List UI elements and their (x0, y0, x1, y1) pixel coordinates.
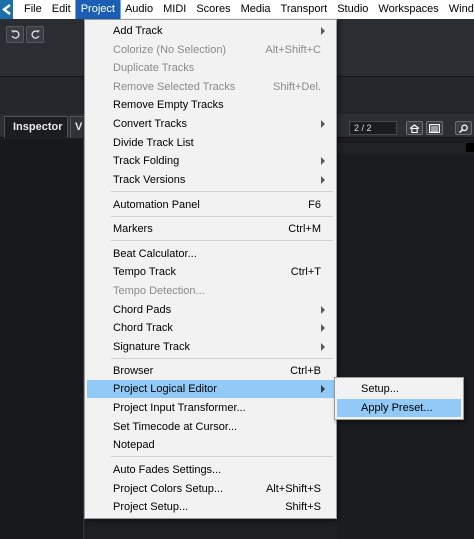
menu-midi[interactable]: MIDI (158, 0, 191, 19)
submenu-arrow-icon (321, 385, 325, 393)
menu-edit[interactable]: Edit (47, 0, 76, 19)
menu-scores[interactable]: Scores (191, 0, 235, 19)
submenu-arrow-icon (321, 176, 325, 184)
menu-item-remove-empty-tracks[interactable]: Remove Empty Tracks (87, 96, 335, 114)
menu-item-remove-selected-tracks[interactable]: Remove Selected Tracks Shift+Del. (87, 78, 335, 96)
menu-item-auto-fades-settings[interactable]: Auto Fades Settings... (87, 461, 335, 479)
menu-item-markers[interactable]: Markers Ctrl+M (87, 220, 335, 238)
menu-item-chord-track[interactable]: Chord Track (87, 319, 335, 337)
undo-button[interactable] (6, 26, 24, 43)
menu-item-signature-track[interactable]: Signature Track (87, 338, 335, 356)
undo-redo-group (6, 26, 44, 43)
redo-icon (30, 30, 40, 39)
menu-item-project-input-transformer[interactable]: Project Input Transformer... (87, 399, 335, 417)
menu-separator (111, 456, 333, 457)
submenu-arrow-icon (321, 27, 325, 35)
project-menu: Add Track Colorize (No Selection) Alt+Shi… (84, 19, 337, 519)
home-button[interactable] (406, 121, 423, 135)
track-counter: 2 / 2 (349, 121, 397, 135)
menu-separator (111, 216, 333, 217)
menu-window[interactable]: Windo (444, 0, 474, 19)
home-icon (409, 123, 420, 133)
ruler-marker (466, 143, 474, 152)
project-area (337, 139, 474, 539)
menu-item-project-logical-editor[interactable]: Project Logical Editor (87, 380, 335, 398)
submenu-arrow-icon (321, 157, 325, 165)
menu-item-project-setup[interactable]: Project Setup... Shift+S (87, 498, 335, 516)
menu-studio[interactable]: Studio (332, 0, 373, 19)
submenu-arrow-icon (321, 120, 325, 128)
menu-separator (111, 358, 333, 359)
menu-item-chord-pads[interactable]: Chord Pads (87, 301, 335, 319)
menu-item-beat-calculator[interactable]: Beat Calculator... (87, 245, 335, 263)
undo-icon (10, 30, 20, 39)
menu-project[interactable]: Project (74, 0, 121, 20)
search-button[interactable] (455, 121, 472, 135)
menu-item-tempo-track[interactable]: Tempo Track Ctrl+T (87, 263, 335, 281)
submenu-arrow-icon (321, 306, 325, 314)
menu-audio[interactable]: Audio (120, 0, 158, 19)
redo-button[interactable] (26, 26, 44, 43)
logical-editor-submenu: Setup... Apply Preset... (334, 377, 464, 420)
menu-item-add-track[interactable]: Add Track (87, 22, 335, 40)
menu-workspaces[interactable]: Workspaces (373, 0, 443, 19)
menu-item-tempo-detection[interactable]: Tempo Detection... (87, 282, 335, 300)
menu-item-duplicate-tracks[interactable]: Duplicate Tracks (87, 59, 335, 77)
submenu-item-apply-preset[interactable]: Apply Preset... (337, 399, 461, 417)
menu-item-notepad[interactable]: Notepad (87, 436, 335, 454)
menu-item-track-versions[interactable]: Track Versions (87, 171, 335, 189)
inspector-panel (0, 139, 84, 539)
menu-item-browser[interactable]: Browser Ctrl+B (87, 362, 335, 380)
menu-media[interactable]: Media (236, 0, 276, 19)
menu-transport[interactable]: Transport (276, 0, 333, 19)
list-icon (429, 123, 440, 133)
menu-separator (111, 191, 333, 192)
list-view-button[interactable] (426, 121, 443, 135)
submenu-item-setup[interactable]: Setup... (337, 380, 461, 398)
menu-item-set-timecode-at-cursor[interactable]: Set Timecode at Cursor... (87, 418, 335, 436)
tab-inspector[interactable]: Inspector (4, 116, 68, 138)
menu-item-automation-panel[interactable]: Automation Panel F6 (87, 196, 335, 214)
submenu-arrow-icon (321, 324, 325, 332)
menu-item-colorize[interactable]: Colorize (No Selection) Alt+Shift+C (87, 41, 335, 59)
search-icon (459, 123, 468, 133)
menu-bar: File Edit Project Audio MIDI Scores Medi… (0, 0, 474, 20)
menu-item-track-folding[interactable]: Track Folding (87, 152, 335, 170)
menu-separator (111, 240, 333, 241)
menu-item-convert-tracks[interactable]: Convert Tracks (87, 115, 335, 133)
menu-item-divide-track-list[interactable]: Divide Track List (87, 134, 335, 152)
submenu-arrow-icon (321, 343, 325, 351)
menu-file[interactable]: File (19, 0, 47, 19)
cubase-logo-icon[interactable] (0, 0, 13, 19)
menu-item-project-colors-setup[interactable]: Project Colors Setup... Alt+Shift+S (87, 480, 335, 498)
